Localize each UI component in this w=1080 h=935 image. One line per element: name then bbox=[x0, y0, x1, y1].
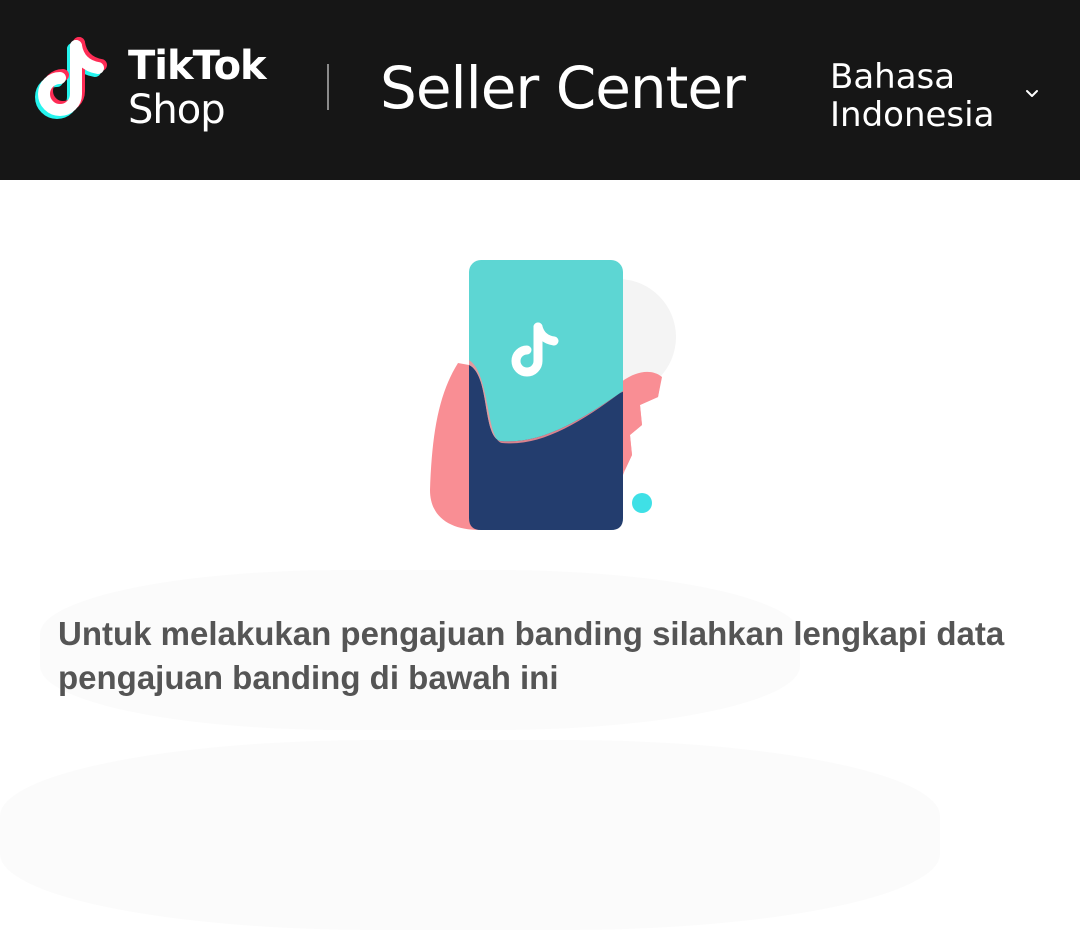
brand-wordmark[interactable]: TikTok Shop bbox=[128, 43, 267, 133]
brand-line-tiktok: TikTok bbox=[128, 43, 267, 89]
accent-dot bbox=[632, 493, 652, 513]
page-title: Seller Center bbox=[380, 54, 746, 122]
phone-in-hand-icon bbox=[430, 260, 676, 530]
tiktok-logo-icon[interactable] bbox=[30, 36, 112, 136]
background-smudge bbox=[0, 740, 940, 930]
language-selector[interactable]: Bahasa Indonesia bbox=[830, 58, 994, 134]
header-divider bbox=[327, 64, 329, 110]
language-label-line1: Bahasa bbox=[830, 57, 956, 97]
language-label-line2: Indonesia bbox=[830, 95, 995, 135]
chevron-down-icon[interactable] bbox=[1020, 82, 1044, 106]
appeal-instruction-text: Untuk melakukan pengajuan banding silahk… bbox=[58, 615, 1005, 696]
brand-line-shop: Shop bbox=[128, 87, 226, 133]
top-header: TikTok Shop Seller Center Bahasa Indones… bbox=[0, 0, 1080, 180]
